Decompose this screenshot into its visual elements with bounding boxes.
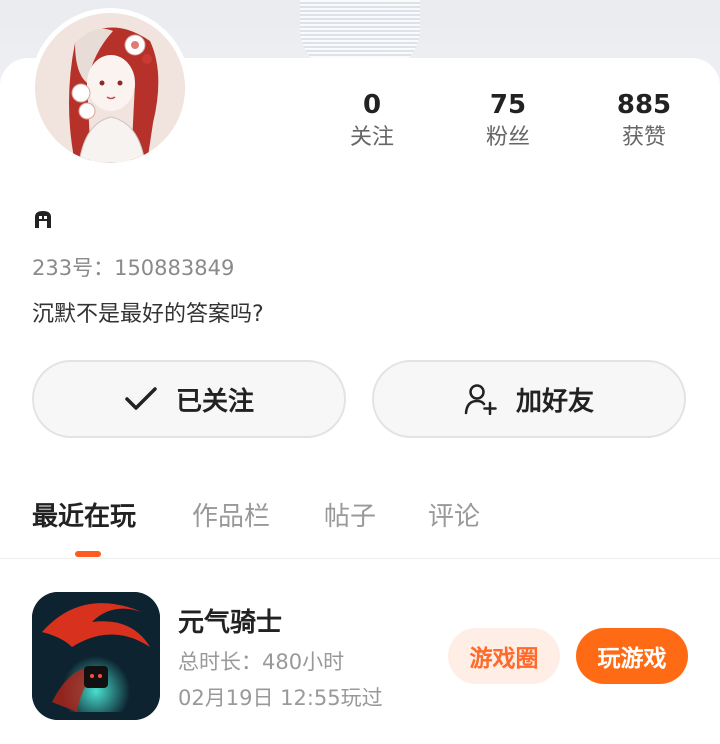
stat-following-label: 关注	[349, 125, 394, 150]
avatar[interactable]	[30, 8, 190, 168]
game-icon-image	[32, 592, 160, 720]
user-bio: 沉默不是最好的答案吗?	[32, 302, 264, 327]
stat-following-value: 0	[362, 90, 382, 120]
stat-following[interactable]: 0 关注	[312, 88, 432, 154]
game-circle-button[interactable]: 游戏圈	[448, 628, 560, 684]
tab-comments[interactable]: 评论	[428, 496, 480, 533]
tabs-divider	[0, 558, 720, 559]
stat-followers-label: 粉丝	[485, 125, 530, 150]
add-friend-button[interactable]: 加好友	[372, 360, 686, 438]
tab-works[interactable]: 作品栏	[192, 496, 270, 533]
add-friend-button-label: 加好友	[515, 386, 594, 417]
game-name[interactable]: 元气骑士	[178, 602, 282, 639]
stats-row: 0 关注 75 粉丝 885 获赞	[300, 88, 700, 168]
game-last-played: 02月19日 12:55玩过	[178, 686, 383, 710]
active-tab-indicator	[75, 551, 101, 557]
game-icon[interactable]	[32, 592, 160, 720]
follow-button-label: 已关注	[175, 386, 254, 417]
game-total-time: 总时长：480小时	[178, 650, 345, 674]
avatar-image	[35, 13, 185, 163]
tab-recently-played[interactable]: 最近在玩	[32, 496, 136, 533]
user-id: 233号：150883849	[32, 256, 235, 280]
follow-button[interactable]: 已关注	[32, 360, 346, 438]
stat-followers-value: 75	[489, 90, 527, 120]
add-user-icon	[464, 384, 497, 415]
stat-likes-label: 获赞	[621, 125, 666, 150]
nickname-glyph-icon	[35, 211, 51, 228]
check-icon	[125, 387, 157, 410]
tab-posts[interactable]: 帖子	[324, 496, 376, 533]
stat-likes[interactable]: 885 获赞	[584, 88, 704, 154]
stat-likes-value: 885	[616, 90, 672, 120]
play-game-button[interactable]: 玩游戏	[576, 628, 688, 684]
stat-followers[interactable]: 75 粉丝	[448, 88, 568, 154]
